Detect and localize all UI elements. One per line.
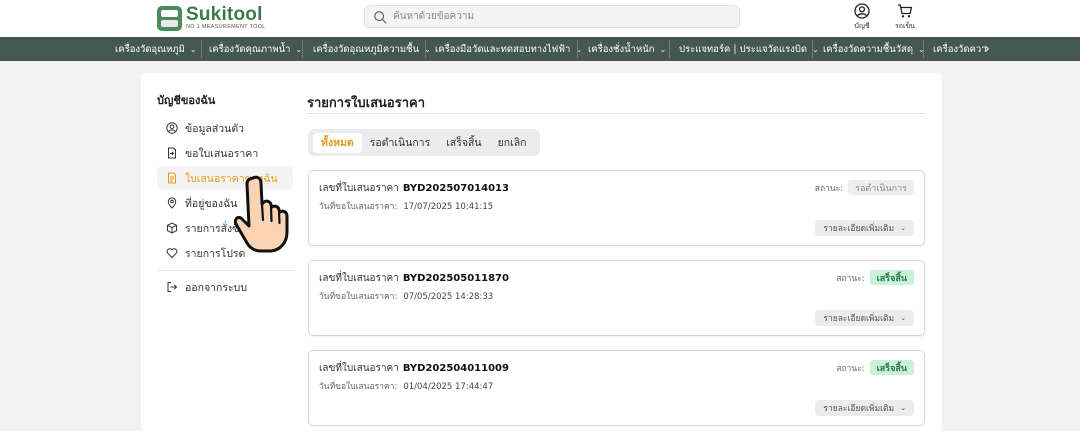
quote-card: เลขที่ใบเสนอราคา BYD202504011009 วันที่ขอ… bbox=[308, 350, 925, 426]
search-icon bbox=[374, 10, 387, 23]
quote-card: เลขที่ใบเสนอราคา BYD202507014013 วันที่ขอ… bbox=[308, 170, 925, 246]
more-details-button[interactable]: รายละเอียดเพิ่มเติม ⌄ bbox=[815, 310, 914, 326]
chevron-down-icon: ⌄ bbox=[189, 44, 197, 54]
sidebar-item-label: ขอใบเสนอราคา bbox=[185, 147, 259, 160]
tab-cancelled[interactable]: ยกเลิก bbox=[490, 133, 535, 153]
box-icon bbox=[167, 222, 177, 234]
account-label: บัญชี bbox=[854, 22, 870, 30]
tab-completed[interactable]: เสร็จสิ้น bbox=[438, 133, 489, 153]
nav-item-material-moisture[interactable]: เครื่องวัดความชื้นวัสดุ ⌄ bbox=[823, 37, 925, 61]
status-label: สถานะ: bbox=[836, 273, 865, 284]
status-badge: เสร็จสิ้น bbox=[869, 270, 914, 285]
sidebar-item-profile[interactable]: ข้อมูลส่วนตัว bbox=[157, 116, 293, 140]
account-button[interactable]: บัญชี bbox=[854, 3, 870, 32]
sidebar-title: บัญชีของฉัน bbox=[157, 94, 216, 107]
quote-date: 07/05/2025 14:28:33 bbox=[403, 292, 494, 302]
more-details-button[interactable]: รายละเอียดเพิ่มเติม ⌄ bbox=[815, 220, 914, 236]
chevron-down-icon: ⌄ bbox=[900, 314, 906, 322]
hand-pointer-icon bbox=[233, 175, 289, 253]
more-details-button[interactable]: รายละเอียดเพิ่มเติม ⌄ bbox=[815, 400, 914, 416]
status-tabs: ทั้งหมด รอดำเนินการ เสร็จสิ้น ยกเลิก bbox=[308, 129, 540, 156]
quote-number: BYD202504011009 bbox=[402, 363, 509, 374]
chevron-down-icon: ⌄ bbox=[900, 224, 906, 232]
user-circle-icon bbox=[166, 122, 178, 134]
status-badge: เสร็จสิ้น bbox=[869, 360, 914, 375]
nav-item-thermometer[interactable]: เครื่องวัดอุณหภูมิ ⌄ bbox=[115, 37, 197, 61]
quote-number-label: เลขที่ใบเสนอราคา bbox=[319, 183, 399, 194]
quote-card: เลขที่ใบเสนอราคา BYD202505011870 วันที่ขอ… bbox=[308, 260, 925, 336]
chevron-down-icon: ⌄ bbox=[900, 404, 906, 412]
logo-name: Sukitool bbox=[186, 4, 263, 26]
nav-item-electrical[interactable]: เครื่องมือวัดและทดสอบทางไฟฟ้า ⌄ bbox=[435, 37, 582, 61]
document-icon bbox=[168, 172, 176, 184]
nav-scroll-right-icon[interactable]: › bbox=[980, 37, 994, 61]
quote-number: BYD202507014013 bbox=[402, 183, 509, 194]
quote-date-label: วันที่ขอใบเสนอราคา: bbox=[319, 202, 398, 212]
quote-date: 01/04/2025 17:44:47 bbox=[403, 382, 494, 392]
chevron-down-icon: ⌄ bbox=[659, 44, 667, 54]
nav-item-torque[interactable]: ประแจทอร์ค | ประแจวัดแรงบิด ⌄ bbox=[679, 37, 819, 61]
quote-date-label: วันที่ขอใบเสนอราคา: bbox=[319, 292, 398, 302]
search-bar[interactable] bbox=[364, 5, 740, 28]
logo-tagline: NO.1 MEASUREMENT TOOL bbox=[186, 24, 266, 31]
sidebar-item-label: ที่อยู่ของฉัน bbox=[185, 197, 238, 210]
quote-number-label: เลขที่ใบเสนอราคา bbox=[319, 363, 399, 374]
site-header: Sukitool NO.1 MEASUREMENT TOOL บัญชี รถเ… bbox=[0, 0, 1080, 37]
sidebar-item-request-quote[interactable]: ขอใบเสนอราคา bbox=[157, 141, 293, 165]
chevron-down-icon: ⌄ bbox=[812, 44, 819, 54]
tab-all[interactable]: ทั้งหมด bbox=[313, 132, 362, 153]
cart-icon bbox=[897, 4, 913, 18]
logo-mark-icon bbox=[157, 5, 182, 31]
sidebar-item-logout[interactable]: ออกจากระบบ bbox=[157, 275, 293, 299]
tab-pending[interactable]: รอดำเนินการ bbox=[362, 133, 439, 153]
sidebar-item-label: ข้อมูลส่วนตัว bbox=[185, 122, 245, 135]
status-label: สถานะ: bbox=[836, 363, 865, 374]
map-pin-icon bbox=[167, 197, 177, 209]
quote-date: 17/07/2025 10:41:15 bbox=[403, 202, 494, 212]
quote-date-label: วันที่ขอใบเสนอราคา: bbox=[319, 382, 398, 392]
quote-number-label: เลขที่ใบเสนอราคา bbox=[319, 273, 399, 284]
nav-item-water-quality[interactable]: เครื่องวัดคุณภาพน้ำ ⌄ bbox=[209, 37, 302, 61]
cart-label: รถเข็น bbox=[895, 22, 915, 30]
nav-item-scales[interactable]: เครื่องชั่งน้ำหนัก ⌄ bbox=[588, 37, 666, 61]
status-label: สถานะ: bbox=[814, 183, 844, 194]
cart-button[interactable]: รถเข็น bbox=[895, 3, 915, 32]
account-icon bbox=[854, 3, 870, 19]
site-logo[interactable]: Sukitool NO.1 MEASUREMENT TOOL bbox=[157, 5, 266, 31]
nav-item-more[interactable]: เครื่องวัดควา bbox=[933, 37, 987, 61]
category-nav: เครื่องวัดอุณหภูมิ ⌄ เครื่องวัดคุณภาพน้ำ ⌄… bbox=[0, 37, 1080, 61]
sidebar-divider bbox=[157, 270, 293, 271]
quote-number: BYD202505011870 bbox=[402, 273, 509, 284]
document-request-icon bbox=[168, 147, 176, 159]
search-input[interactable] bbox=[393, 11, 723, 22]
logout-label: ออกจากระบบ bbox=[185, 281, 247, 294]
heart-icon bbox=[166, 248, 178, 258]
status-badge: รอดำเนินการ bbox=[848, 180, 914, 195]
nav-item-humidity[interactable]: เครื่องวัดอุณหภูมิความชื้น ⌄ bbox=[313, 37, 431, 61]
logout-icon bbox=[167, 282, 178, 292]
page-title: รายการใบเสนอราคา bbox=[307, 96, 426, 111]
title-divider bbox=[307, 113, 925, 114]
